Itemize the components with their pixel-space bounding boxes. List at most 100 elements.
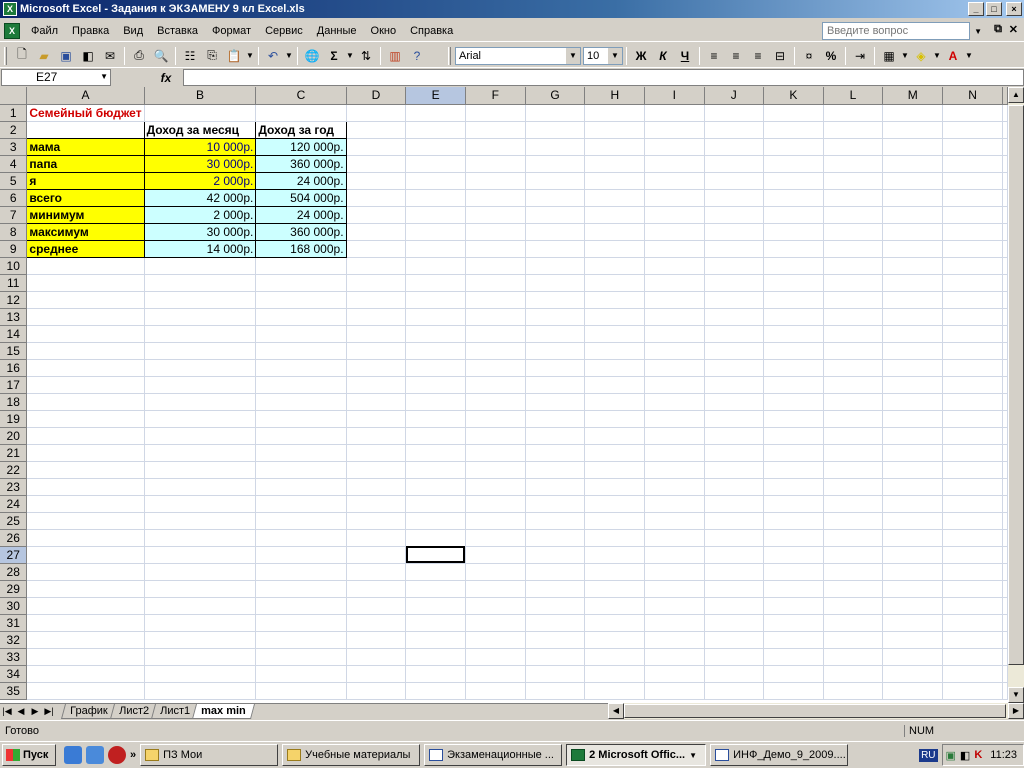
cell[interactable] <box>704 648 765 666</box>
cell[interactable] <box>882 291 944 309</box>
cell[interactable] <box>584 410 646 428</box>
cell[interactable] <box>882 393 944 411</box>
cell[interactable] <box>584 631 646 649</box>
cell[interactable] <box>644 121 705 139</box>
cell[interactable] <box>405 206 466 224</box>
cell[interactable] <box>882 580 944 598</box>
fill-dropdown-icon[interactable]: ▼ <box>932 45 942 67</box>
cell[interactable] <box>1002 257 1008 275</box>
cell[interactable] <box>346 308 407 326</box>
cell[interactable] <box>525 274 586 292</box>
cell[interactable] <box>1002 342 1008 360</box>
cell[interactable] <box>704 665 765 683</box>
cell[interactable] <box>525 597 586 615</box>
undo-icon[interactable]: ↶ <box>262 45 284 67</box>
cell[interactable] <box>704 427 765 445</box>
cell[interactable] <box>465 393 526 411</box>
cell[interactable] <box>823 410 884 428</box>
cell[interactable] <box>823 580 884 598</box>
row-header[interactable]: 29 <box>0 580 28 598</box>
column-header-m[interactable]: M <box>882 87 944 105</box>
row-header[interactable]: 25 <box>0 512 28 530</box>
h-scroll-thumb[interactable] <box>624 704 1006 718</box>
cell[interactable] <box>704 223 765 241</box>
cell[interactable] <box>823 665 884 683</box>
excel-app-icon[interactable]: X <box>3 2 17 16</box>
cell[interactable] <box>763 648 824 666</box>
cell[interactable] <box>255 546 347 564</box>
cell[interactable] <box>704 291 765 309</box>
cell[interactable] <box>525 495 586 513</box>
month-value[interactable]: 2 000р. <box>143 205 257 224</box>
cell[interactable] <box>525 563 586 581</box>
cell[interactable] <box>704 563 765 581</box>
row-label[interactable]: мама <box>26 137 145 156</box>
cell[interactable] <box>1002 648 1008 666</box>
cell[interactable] <box>882 631 944 649</box>
cell[interactable] <box>644 342 705 360</box>
cell[interactable] <box>255 614 347 632</box>
row-header[interactable]: 11 <box>0 274 28 292</box>
row-header[interactable]: 22 <box>0 461 28 479</box>
cell[interactable] <box>584 648 646 666</box>
cell[interactable] <box>942 342 1003 360</box>
chevron-down-icon[interactable]: ▼ <box>689 751 697 760</box>
cell[interactable] <box>942 359 1003 377</box>
cell[interactable] <box>525 410 586 428</box>
print-preview-icon[interactable]: 🔍 <box>150 45 172 67</box>
fill-color-icon[interactable]: ◈ <box>910 45 932 67</box>
open-icon[interactable]: ▰ <box>33 45 55 67</box>
cell[interactable] <box>644 529 705 547</box>
cell[interactable] <box>704 308 765 326</box>
cell[interactable] <box>346 325 407 343</box>
scroll-left-icon[interactable]: ◀ <box>608 703 624 719</box>
cell[interactable] <box>763 291 824 309</box>
cell[interactable] <box>346 580 407 598</box>
cell[interactable] <box>584 308 646 326</box>
cell[interactable] <box>763 665 824 683</box>
cell[interactable] <box>644 461 705 479</box>
cell[interactable] <box>465 223 526 241</box>
cell[interactable] <box>763 308 824 326</box>
cell[interactable] <box>346 444 407 462</box>
cell[interactable] <box>405 512 466 530</box>
row-label[interactable]: папа <box>26 154 145 173</box>
month-value[interactable]: 10 000р. <box>143 137 257 156</box>
cell[interactable] <box>584 206 646 224</box>
cell[interactable] <box>823 240 884 258</box>
start-button[interactable]: Пуск <box>2 744 56 766</box>
cell[interactable] <box>704 631 765 649</box>
menu-format[interactable]: Формат <box>205 25 258 37</box>
outlook-icon[interactable] <box>86 746 104 764</box>
cell[interactable] <box>525 223 586 241</box>
cell[interactable] <box>823 342 884 360</box>
cell[interactable] <box>942 308 1003 326</box>
cell[interactable] <box>255 512 347 530</box>
cell[interactable] <box>704 512 765 530</box>
header-year-income[interactable]: Доход за год <box>255 120 347 139</box>
cell[interactable] <box>255 648 347 666</box>
cell[interactable] <box>942 427 1003 445</box>
cell[interactable] <box>144 546 257 564</box>
autosum-icon[interactable]: Σ <box>323 45 345 67</box>
row-header[interactable]: 9 <box>0 240 28 258</box>
cell[interactable] <box>823 189 884 207</box>
cell[interactable] <box>26 529 145 547</box>
row-header[interactable]: 20 <box>0 427 28 445</box>
cell[interactable] <box>465 376 526 394</box>
align-center-icon[interactable]: ≡ <box>725 45 747 67</box>
cell[interactable] <box>26 325 145 343</box>
chevron-down-icon[interactable]: ▼ <box>608 47 622 64</box>
cell[interactable] <box>1002 206 1008 224</box>
cell[interactable] <box>255 665 347 683</box>
cell[interactable] <box>465 563 526 581</box>
cell[interactable] <box>1002 172 1008 190</box>
menu-insert[interactable]: Вставка <box>150 25 205 37</box>
cell[interactable] <box>405 580 466 598</box>
task-inf-demo[interactable]: ИНФ_Демо_9_2009.... <box>710 744 849 766</box>
cell[interactable] <box>346 138 407 156</box>
cell[interactable] <box>942 529 1003 547</box>
cell[interactable] <box>644 410 705 428</box>
cell[interactable] <box>144 529 257 547</box>
cell[interactable] <box>584 172 646 190</box>
